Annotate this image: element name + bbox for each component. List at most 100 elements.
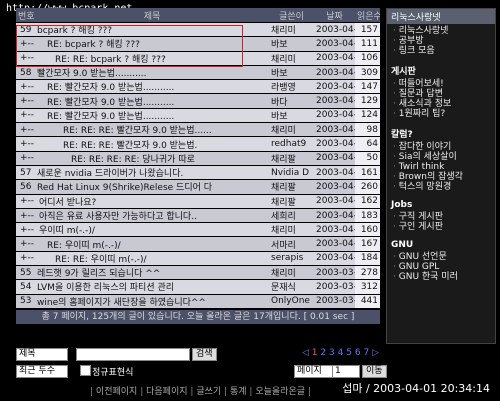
table-row[interactable]: 58빨간모자 9.0 받는법...........바보2003-04-01309 <box>16 65 380 81</box>
row-title-link[interactable]: 우이띠 m(-.-)/ <box>35 222 269 238</box>
sidebar-link[interactable]: 턱스의 망원경 <box>393 182 495 192</box>
next-page-arrow[interactable]: ▷ <box>372 348 379 358</box>
row-title-link[interactable]: RE: RE: bcpark ? 해킹 ??? <box>35 51 269 66</box>
row-title-link[interactable]: Red Hat Linux 9(Shrike)Relese 드디어 다 <box>35 179 269 195</box>
row-author[interactable]: 문재식 <box>269 279 314 295</box>
row-author[interactable]: redhat9 <box>269 136 314 152</box>
row-author[interactable]: 바다 <box>269 93 314 109</box>
sidebar-link[interactable]: 새소식과 정보 <box>393 99 495 109</box>
row-title-link[interactable]: RE: RE: RE: 빨간모자 9.0 받는법...... <box>35 122 269 138</box>
sidebar-link[interactable]: Sia의 세상살이 <box>393 152 495 162</box>
page-link[interactable]: 7 <box>363 348 369 358</box>
sidebar-link[interactable]: GNU 한국 미러 <box>393 272 495 282</box>
page-link[interactable]: 3 <box>329 348 335 358</box>
page-select-label[interactable]: 페이지 <box>294 365 334 378</box>
row-author[interactable]: 채리팔 <box>269 179 314 195</box>
row-author[interactable]: 서마리 <box>269 236 314 252</box>
nav-link[interactable]: 이전페이지 <box>96 387 137 397</box>
row-author[interactable]: 채리미 <box>269 122 314 138</box>
row-author[interactable]: 바보 <box>269 65 314 81</box>
sidebar-link[interactable]: 질문과 답변 <box>393 89 495 99</box>
page-link[interactable]: 4 <box>338 348 344 358</box>
page-link[interactable]: 5 <box>346 348 352 358</box>
row-title-link[interactable]: 아직은 유료 사용자만 가능하다고 합니다.. <box>35 208 269 224</box>
row-title-link[interactable]: 빨간모자 9.0 받는법........... <box>35 65 269 81</box>
sidebar-link[interactable]: 떠들어보세! <box>393 79 495 89</box>
row-title-link[interactable]: wine의 홈페이지가 새단장을 하였습니다^^ <box>35 294 269 309</box>
table-row[interactable]: +-->RE: 빨간모자 9.0 받는법...........라뱅영2003-0… <box>16 79 380 95</box>
row-author[interactable]: OnlyOne <box>269 294 314 309</box>
sidebar-link[interactable]: 리눅스사랑넷 <box>393 26 495 36</box>
sidebar-list-3: 잡다한 이야기 Sia의 세상살이 Twirl think Brown의 잡생각… <box>387 142 495 192</box>
table-row[interactable]: 54LVM을 이용한 리눅스의 파티션 관리문재식2003-03-29312 <box>16 279 380 295</box>
table-row[interactable]: +-->RE: 빨간모자 9.0 받는법...........바보2003-04… <box>16 108 380 124</box>
sidebar-link[interactable]: Brown의 잡생각 <box>393 172 495 182</box>
nav-link[interactable]: 통계 <box>230 387 247 397</box>
row-author[interactable]: 바보 <box>269 108 314 124</box>
row-author[interactable]: 채리팔 <box>269 194 314 209</box>
sidebar-link[interactable]: 구인 게시판 <box>393 222 495 232</box>
row-author[interactable]: 라뱅영 <box>269 79 314 95</box>
row-title-link[interactable]: RE: 빨간모자 9.0 받는법........... <box>35 108 269 124</box>
row-author[interactable]: Nvidia D <box>269 165 314 181</box>
row-title-link[interactable]: RE: 빨간모자 9.0 받는법........... <box>35 79 269 95</box>
search-input[interactable] <box>76 348 190 361</box>
nav-link[interactable]: 오늘올라온글 <box>255 387 305 397</box>
table-row[interactable]: +-->우이띠 m(-.-)/채리미2003-04-01160 <box>16 222 380 238</box>
table-row[interactable]: +-->RE: bcpark ? 해킹 ???바보2003-04-01111 <box>16 36 380 52</box>
row-title-link[interactable]: RE: 빨간모자 9.0 받는법........... <box>35 93 269 109</box>
page-link[interactable]: 6 <box>355 348 361 358</box>
row-title-link[interactable]: RE: RE: RE: 빨간모자 9.0 받는법. <box>35 136 269 152</box>
sidebar-link[interactable]: 구직 게시판 <box>393 212 495 222</box>
row-title-link[interactable]: 어디서 받나요? <box>35 194 269 209</box>
table-row[interactable]: 56 Red Hat Linux 9(Shrike)Relese 드디어 다 채리팔… <box>16 179 380 195</box>
sidebar-link[interactable]: 잡다한 이야기 <box>393 142 495 152</box>
table-row[interactable]: 55레드햇 9가 릴리즈 되습니다 ^^채리미2003-03-31278 <box>16 265 380 281</box>
go-button[interactable]: 이동 <box>362 365 387 378</box>
row-title-link[interactable]: LVM을 이용한 리눅스의 파티션 관리 <box>35 279 269 295</box>
row-author[interactable]: 채리미 <box>269 51 314 66</box>
row-author[interactable]: 채리미 <box>269 265 314 281</box>
sidebar-link[interactable]: GNU 선언문 <box>393 252 495 262</box>
table-row[interactable]: 53 wine의 홈페이지가 새단장을 하였습니다^^ OnlyOne 2003-03… <box>16 294 380 309</box>
table-row[interactable]: +-->RE: RE: RE: RE: 당나귀가 따로채리팔2003-04-01… <box>16 151 380 166</box>
row-title-link[interactable]: RE: 우이띠 m(-.-)/ <box>35 236 269 252</box>
nav-link[interactable]: 다음페이지 <box>146 387 187 397</box>
sidebar-link[interactable]: GNU GPL <box>393 262 495 272</box>
sidebar-link[interactable]: Twirl think <box>393 162 495 172</box>
search-button[interactable]: 검색 <box>192 348 217 361</box>
sidebar-link[interactable]: 1원짜리 팁? <box>393 109 495 119</box>
row-title-link[interactable]: RE: RE: 우이띠 m(-.-)/ <box>35 251 269 267</box>
search-field-select[interactable]: 제목 <box>16 348 68 361</box>
table-row[interactable]: +-->어디서 받나요?채리팔2003-04-01162 <box>16 194 380 209</box>
table-row[interactable]: +-->RE: RE: bcpark ? 해킹 ???채리미2003-04-01… <box>16 51 380 66</box>
row-author[interactable]: 채리미 <box>269 222 314 238</box>
row-author[interactable]: 세희리 <box>269 208 314 224</box>
nav-link[interactable]: 글쓰기 <box>196 387 221 397</box>
row-author[interactable]: 채리미 <box>269 22 314 38</box>
row-title-link[interactable]: 레드햇 9가 릴리즈 되습니다 ^^ <box>35 265 269 281</box>
sidebar-link[interactable]: 공부방 <box>393 36 495 46</box>
row-title-link[interactable]: RE: RE: RE: RE: 당나귀가 따로 <box>35 151 269 166</box>
table-row[interactable]: +-->RE: 빨간모자 9.0 받는법...........바다2003-04… <box>16 93 380 109</box>
row-title-link[interactable]: bcpark ? 해킹 ??? <box>35 22 269 38</box>
page-link-current[interactable]: 1 <box>312 348 318 358</box>
table-row[interactable]: +-->RE: 우이띠 m(-.-)/서마리2003-04-01167 <box>16 236 380 252</box>
row-author[interactable]: 바보 <box>269 36 314 52</box>
regex-checkbox[interactable] <box>80 365 91 376</box>
page-link[interactable]: 2 <box>320 348 326 358</box>
table-row[interactable]: 59bcpark ? 해킹 ???채리미2003-04-01157 <box>16 22 380 38</box>
table-row[interactable]: +-->아직은 유료 사용자만 가능하다고 합니다..세희리2003-04-01… <box>16 208 380 224</box>
sidebar-link[interactable]: 링크 모음 <box>393 46 495 56</box>
page-number-input[interactable]: 1 <box>332 365 360 378</box>
table-row[interactable]: 57 새로운 nvidia 드라이버가 나왔습니다. Nvidia D 2003-04… <box>16 165 380 181</box>
row-author[interactable]: serapis <box>269 251 314 267</box>
table-row[interactable]: +-->RE: RE: RE: 빨간모자 9.0 받는법.redhat92003… <box>16 136 380 152</box>
row-title-link[interactable]: RE: bcpark ? 해킹 ??? <box>35 36 269 52</box>
prev-page-arrow[interactable]: ◁ <box>302 348 309 358</box>
sort-select[interactable]: 최근 두수 <box>16 365 68 378</box>
table-row[interactable]: +-->RE: RE: 우이띠 m(-.-)/serapis2003-04-01… <box>16 251 380 267</box>
table-row[interactable]: +-->RE: RE: RE: 빨간모자 9.0 받는법......채리미200… <box>16 122 380 138</box>
row-author[interactable]: 채리팔 <box>269 151 314 166</box>
row-title-link[interactable]: 새로운 nvidia 드라이버가 나왔습니다. <box>35 165 269 181</box>
